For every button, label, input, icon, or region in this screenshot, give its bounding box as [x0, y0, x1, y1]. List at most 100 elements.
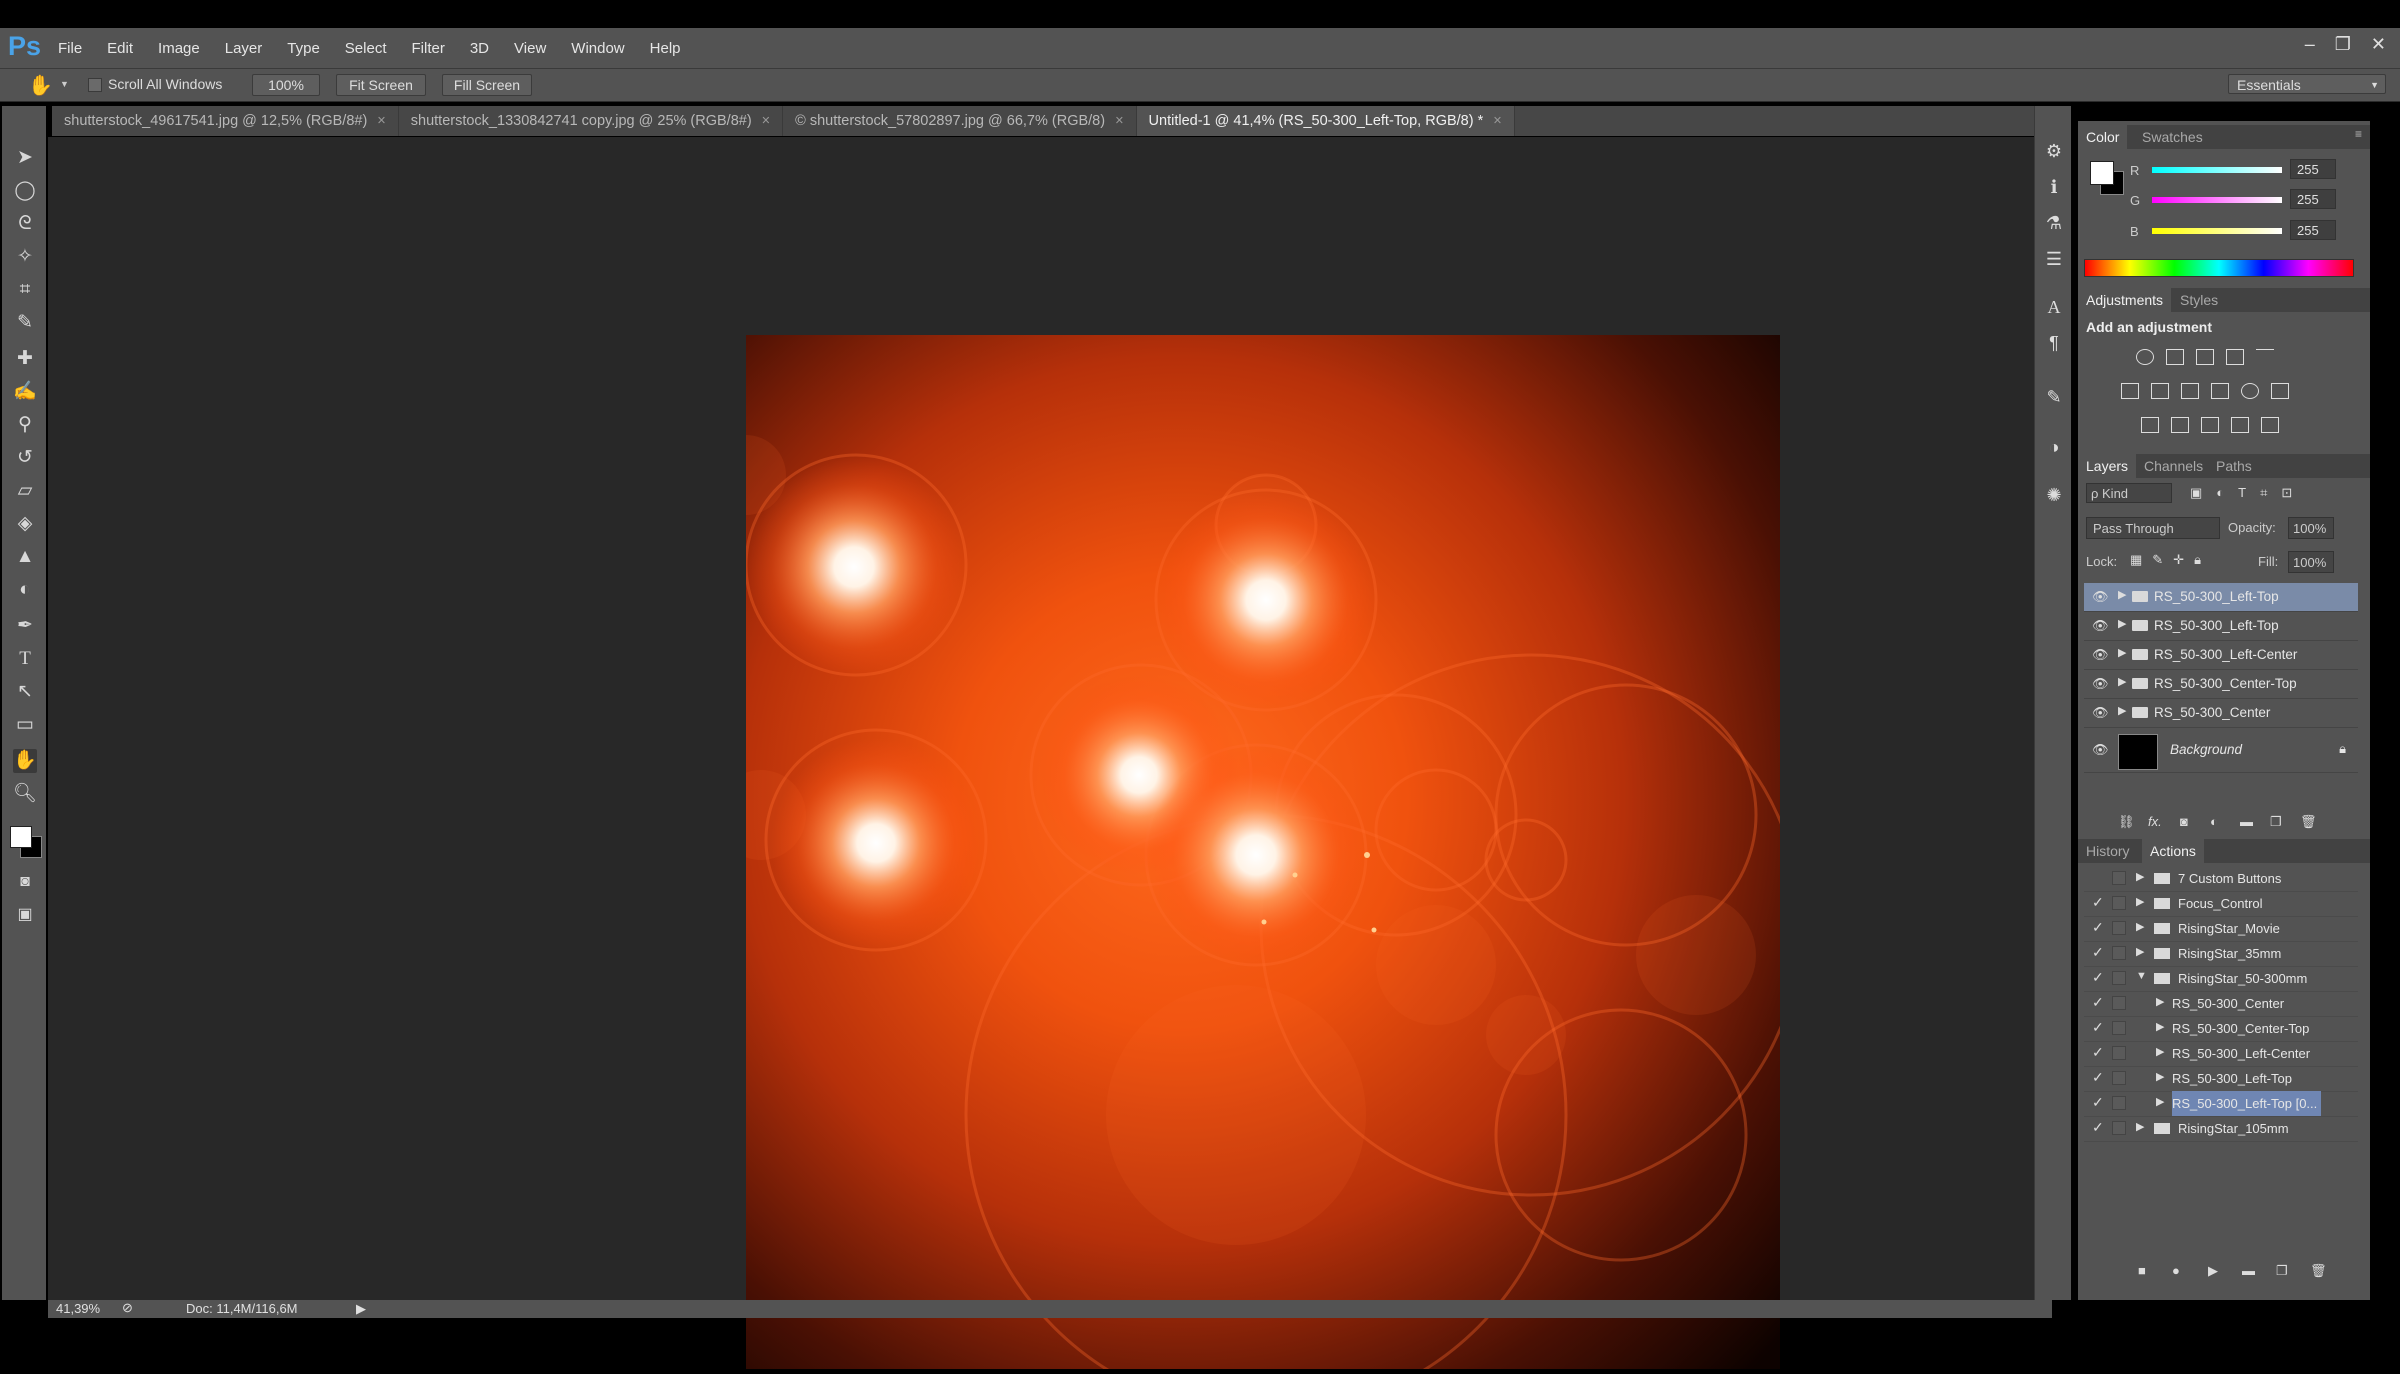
checkmark-icon[interactable]: ✓	[2092, 1019, 2104, 1036]
collapsed-triangle-icon[interactable]: ▶	[2156, 995, 2164, 1008]
record-icon[interactable]: ●	[2172, 1263, 2180, 1278]
blue-value-field[interactable]: 255	[2290, 220, 2336, 240]
action-row[interactable]: ✓ ▶ RisingStar_105mm	[2084, 1116, 2358, 1142]
photo-filter-icon[interactable]	[2211, 383, 2229, 399]
move-tool-icon[interactable]: ➤	[13, 146, 37, 170]
checkmark-icon[interactable]: ✓	[2092, 994, 2104, 1011]
checkmark-icon[interactable]: ✓	[2092, 1094, 2104, 1111]
curves-icon[interactable]	[2196, 349, 2214, 365]
dialog-toggle-box[interactable]	[2112, 1071, 2126, 1085]
path-selection-tool-icon[interactable]: ↖	[13, 680, 37, 704]
action-row[interactable]: ✓ ▶ RS_50-300_Left-Top	[2084, 1066, 2358, 1092]
fit-screen-button[interactable]: Fit Screen	[336, 74, 426, 96]
color-spectrum-ramp[interactable]	[2084, 259, 2354, 277]
delete-layer-icon[interactable]: 🗑︎	[2300, 814, 2317, 830]
eye-icon[interactable]: 👁︎	[2092, 742, 2109, 757]
lasso-tool-icon[interactable]: ᘓ	[13, 212, 37, 236]
blend-mode-select[interactable]: Pass Through	[2086, 517, 2220, 539]
dialog-toggle-box[interactable]	[2112, 1021, 2126, 1035]
brush-panel-icon[interactable]: ✎	[2043, 386, 2065, 408]
document-tab[interactable]: shutterstock_49617541.jpg @ 12,5% (RGB/8…	[52, 106, 399, 136]
clone-source-icon[interactable]: ⚗	[2043, 212, 2065, 234]
screen-mode-icon[interactable]: ▣	[13, 903, 37, 927]
action-row[interactable]: ▶ 7 Custom Buttons	[2084, 866, 2358, 892]
close-tab-icon[interactable]: ×	[1493, 113, 1501, 129]
action-row[interactable]: ✓ ▶ Focus_Control	[2084, 891, 2358, 917]
action-row[interactable]: ✓ ▶ RisingStar_35mm	[2084, 941, 2358, 967]
color-lookup-icon[interactable]	[2271, 383, 2289, 399]
layer-row[interactable]: 👁︎ ▶ RS_50-300_Center-Top	[2084, 670, 2358, 699]
levels-icon[interactable]	[2166, 349, 2184, 365]
action-row[interactable]: ✓ ▶ RS_50-300_Center-Top	[2084, 1016, 2358, 1042]
collapsed-triangle-icon[interactable]: ▶	[2136, 945, 2144, 958]
collapsed-triangle-icon[interactable]: ▶	[2136, 1120, 2144, 1133]
canvas-workspace[interactable]	[48, 137, 2052, 1374]
expand-triangle-icon[interactable]: ▶	[2118, 675, 2126, 688]
hand-tool-icon[interactable]: ✋	[28, 73, 53, 98]
minimize-button[interactable]: –	[2305, 34, 2315, 55]
document-tab-active[interactable]: Untitled-1 @ 41,4% (RS_50-300_Left-Top, …	[1136, 106, 1515, 136]
red-value-field[interactable]: 255	[2290, 159, 2336, 179]
eye-icon[interactable]: 👁︎	[2092, 705, 2109, 720]
restore-button[interactable]: ❐	[2335, 34, 2351, 55]
clone-stamp-tool-icon[interactable]: ⚲	[13, 413, 37, 437]
tab-history[interactable]: History	[2078, 839, 2138, 863]
crop-tool-icon[interactable]: ⌗	[13, 278, 37, 302]
healing-brush-tool-icon[interactable]: ✚	[13, 347, 37, 371]
posterize-icon[interactable]	[2171, 417, 2189, 433]
layer-row[interactable]: 👁︎ ▶ RS_50-300_Center	[2084, 699, 2358, 728]
red-slider[interactable]	[2152, 167, 2282, 173]
type-tool-icon[interactable]: T	[13, 647, 37, 671]
play-icon[interactable]: ▶	[2208, 1263, 2218, 1279]
tab-color[interactable]: Color	[2078, 125, 2128, 149]
menu-layer[interactable]: Layer	[225, 40, 263, 57]
delete-action-icon[interactable]: 🗑︎	[2310, 1263, 2327, 1279]
eraser-tool-icon[interactable]: ▱	[13, 479, 37, 503]
magic-wand-tool-icon[interactable]: ✧	[13, 245, 37, 269]
eye-icon[interactable]: 👁︎	[2092, 647, 2109, 662]
document-tab[interactable]: © shutterstock_57802897.jpg @ 66,7% (RGB…	[783, 106, 1137, 136]
menu-file[interactable]: File	[58, 40, 82, 57]
tab-adjustments[interactable]: Adjustments	[2078, 288, 2172, 312]
history-panel-icon[interactable]: ⚙	[2043, 140, 2065, 162]
checkmark-icon[interactable]: ✓	[2092, 1069, 2104, 1086]
stop-icon[interactable]: ■	[2138, 1263, 2146, 1278]
close-tab-icon[interactable]: ×	[762, 113, 770, 129]
dialog-toggle-box[interactable]	[2112, 946, 2126, 960]
black-white-icon[interactable]	[2181, 383, 2199, 399]
expand-triangle-icon[interactable]: ▶	[2118, 588, 2126, 601]
layer-row[interactable]: 👁︎ ▶ RS_50-300_Left-Top	[2084, 583, 2358, 612]
menu-filter[interactable]: Filter	[412, 40, 445, 57]
dialog-toggle-box[interactable]	[2112, 871, 2126, 885]
tab-actions[interactable]: Actions	[2142, 839, 2204, 863]
new-action-icon[interactable]: ❐	[2276, 1263, 2288, 1279]
pen-tool-icon[interactable]: ✒	[13, 614, 37, 638]
layer-filter-icons[interactable]: ▣◐T⌗⊡	[2190, 485, 2340, 501]
layer-row[interactable]: 👁︎ ▶ RS_50-300_Left-Top	[2084, 612, 2358, 641]
menu-type[interactable]: Type	[287, 40, 320, 57]
expanded-triangle-icon[interactable]: ▼	[2136, 970, 2147, 982]
hue-saturation-icon[interactable]	[2121, 383, 2139, 399]
color-foreground-swatch[interactable]	[2090, 161, 2114, 185]
close-window-button[interactable]: ✕	[2371, 34, 2386, 55]
dialog-toggle-box[interactable]	[2112, 971, 2126, 985]
checkmark-icon[interactable]: ✓	[2092, 1119, 2104, 1136]
exposure-icon[interactable]	[2226, 349, 2244, 365]
dialog-toggle-box[interactable]	[2112, 1096, 2126, 1110]
hand-tool-icon[interactable]: ✋	[13, 749, 37, 773]
collapsed-triangle-icon[interactable]: ▶	[2156, 1070, 2164, 1083]
eye-icon[interactable]: 👁︎	[2092, 589, 2109, 604]
add-mask-icon[interactable]: ◙	[2180, 814, 2188, 829]
layer-row[interactable]: 👁︎ ▶ RS_50-300_Left-Center	[2084, 641, 2358, 670]
tab-swatches[interactable]: Swatches	[2134, 125, 2211, 149]
checkmark-icon[interactable]: ✓	[2092, 944, 2104, 961]
color-balance-icon[interactable]	[2151, 383, 2169, 399]
tab-styles[interactable]: Styles	[2172, 288, 2226, 312]
history-brush-tool-icon[interactable]: ↺	[13, 446, 37, 470]
channel-mixer-icon[interactable]	[2241, 383, 2259, 399]
new-group-icon[interactable]: ▬	[2240, 814, 2253, 829]
link-layers-icon[interactable]: ⛓	[2118, 814, 2135, 830]
scroll-all-windows-checkbox[interactable]: Scroll All Windows	[88, 76, 222, 93]
collapsed-triangle-icon[interactable]: ▶	[2136, 870, 2144, 883]
gradient-map-icon[interactable]	[2261, 417, 2279, 433]
